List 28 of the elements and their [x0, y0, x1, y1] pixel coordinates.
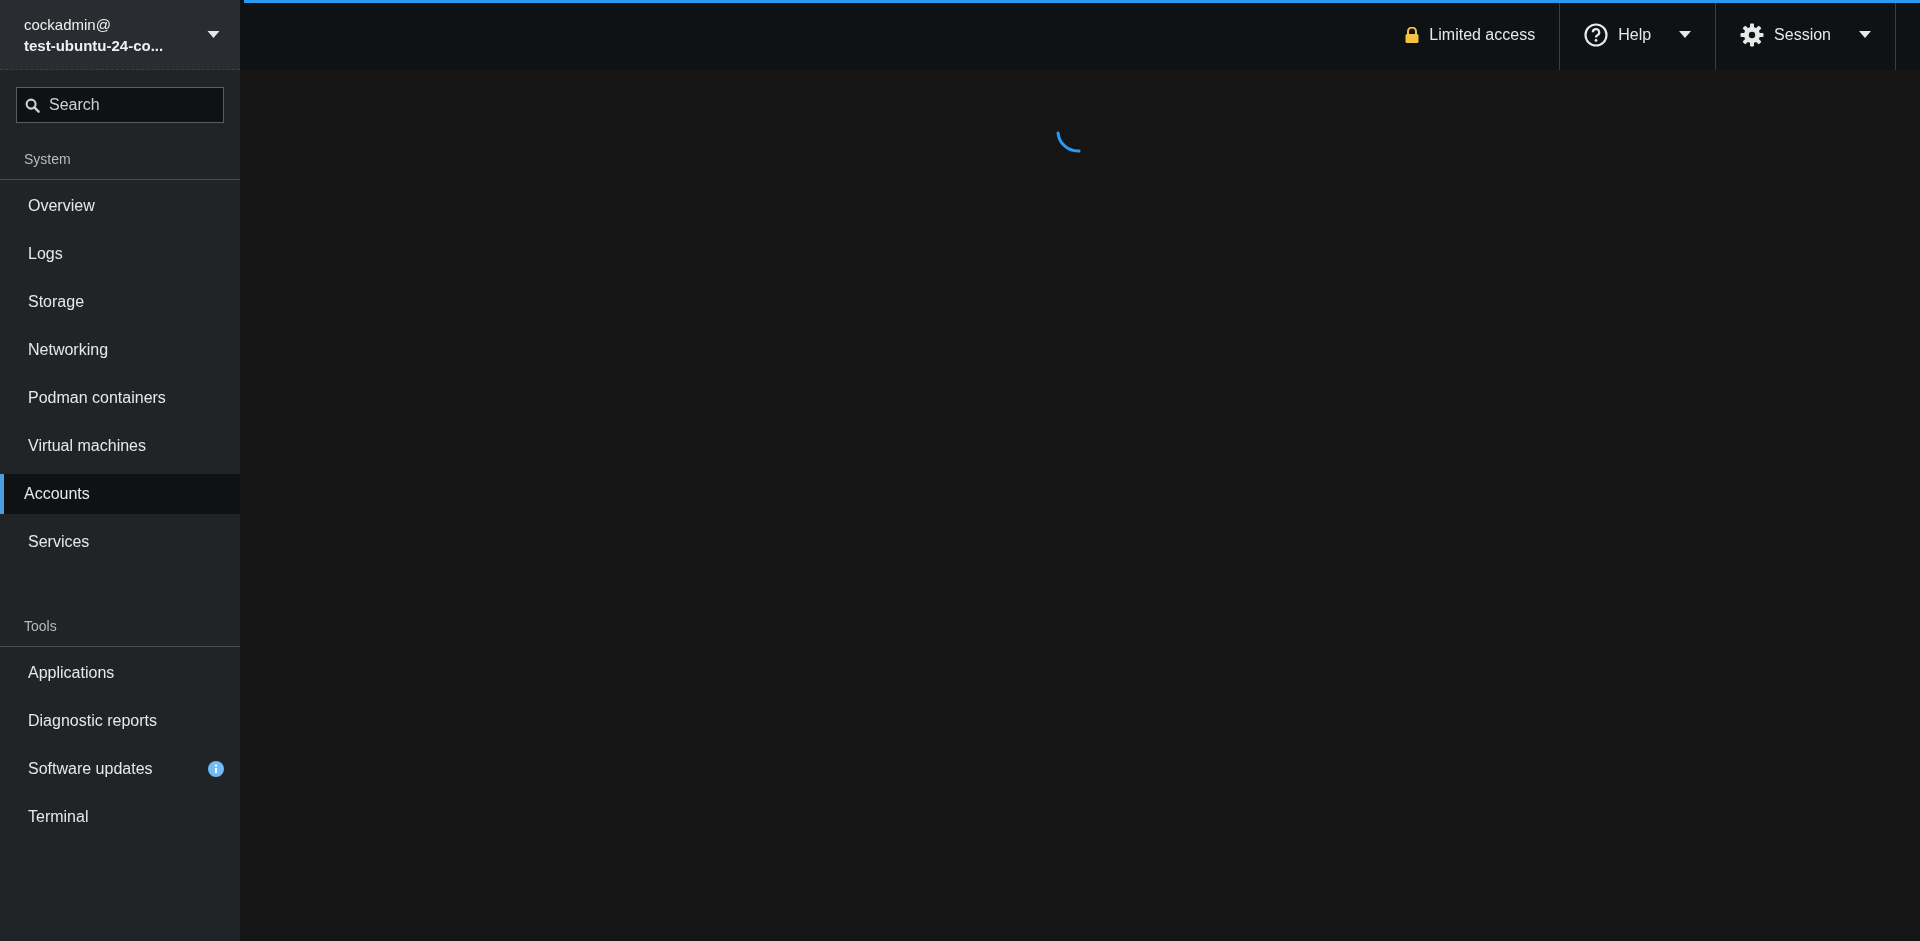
help-icon [1584, 23, 1609, 47]
nav-item[interactable]: Storage [0, 282, 240, 322]
host-switcher[interactable]: cockadmin@ test-ubuntu-24-co... [0, 0, 240, 70]
nav-item[interactable]: Services [0, 522, 240, 562]
section-label: Tools [23, 618, 58, 634]
search-field[interactable]: Search [16, 87, 224, 123]
section-label: System [23, 151, 72, 167]
session-menu[interactable]: Session [1715, 0, 1896, 70]
caret-icon [1859, 31, 1871, 39]
caret-icon [1679, 31, 1692, 39]
nav-item[interactable]: Software updates [0, 749, 240, 789]
nav-item[interactable]: Accounts [0, 474, 240, 514]
host-name: test-ubuntu-24-co... [24, 36, 164, 54]
nav-item[interactable]: Networking [0, 330, 240, 370]
nav-item[interactable]: Podman containers [0, 378, 240, 418]
lock-icon [1405, 27, 1420, 43]
nav-item[interactable]: Overview [0, 186, 240, 226]
nav-item[interactable]: Logs [0, 234, 240, 274]
search-icon [25, 98, 40, 113]
gear-icon [1740, 23, 1765, 47]
limited-access-button[interactable]: Limited access [1381, 0, 1560, 70]
nav-item[interactable]: Terminal [0, 797, 240, 837]
nav-item[interactable]: Diagnostic reports [0, 701, 240, 741]
nav-item[interactable]: Virtual machines [0, 426, 240, 466]
user-name: cockadmin@ [24, 15, 112, 33]
caret-icon [207, 30, 220, 39]
help-menu[interactable]: Help [1559, 0, 1716, 70]
nav-item[interactable]: Applications [0, 653, 240, 693]
